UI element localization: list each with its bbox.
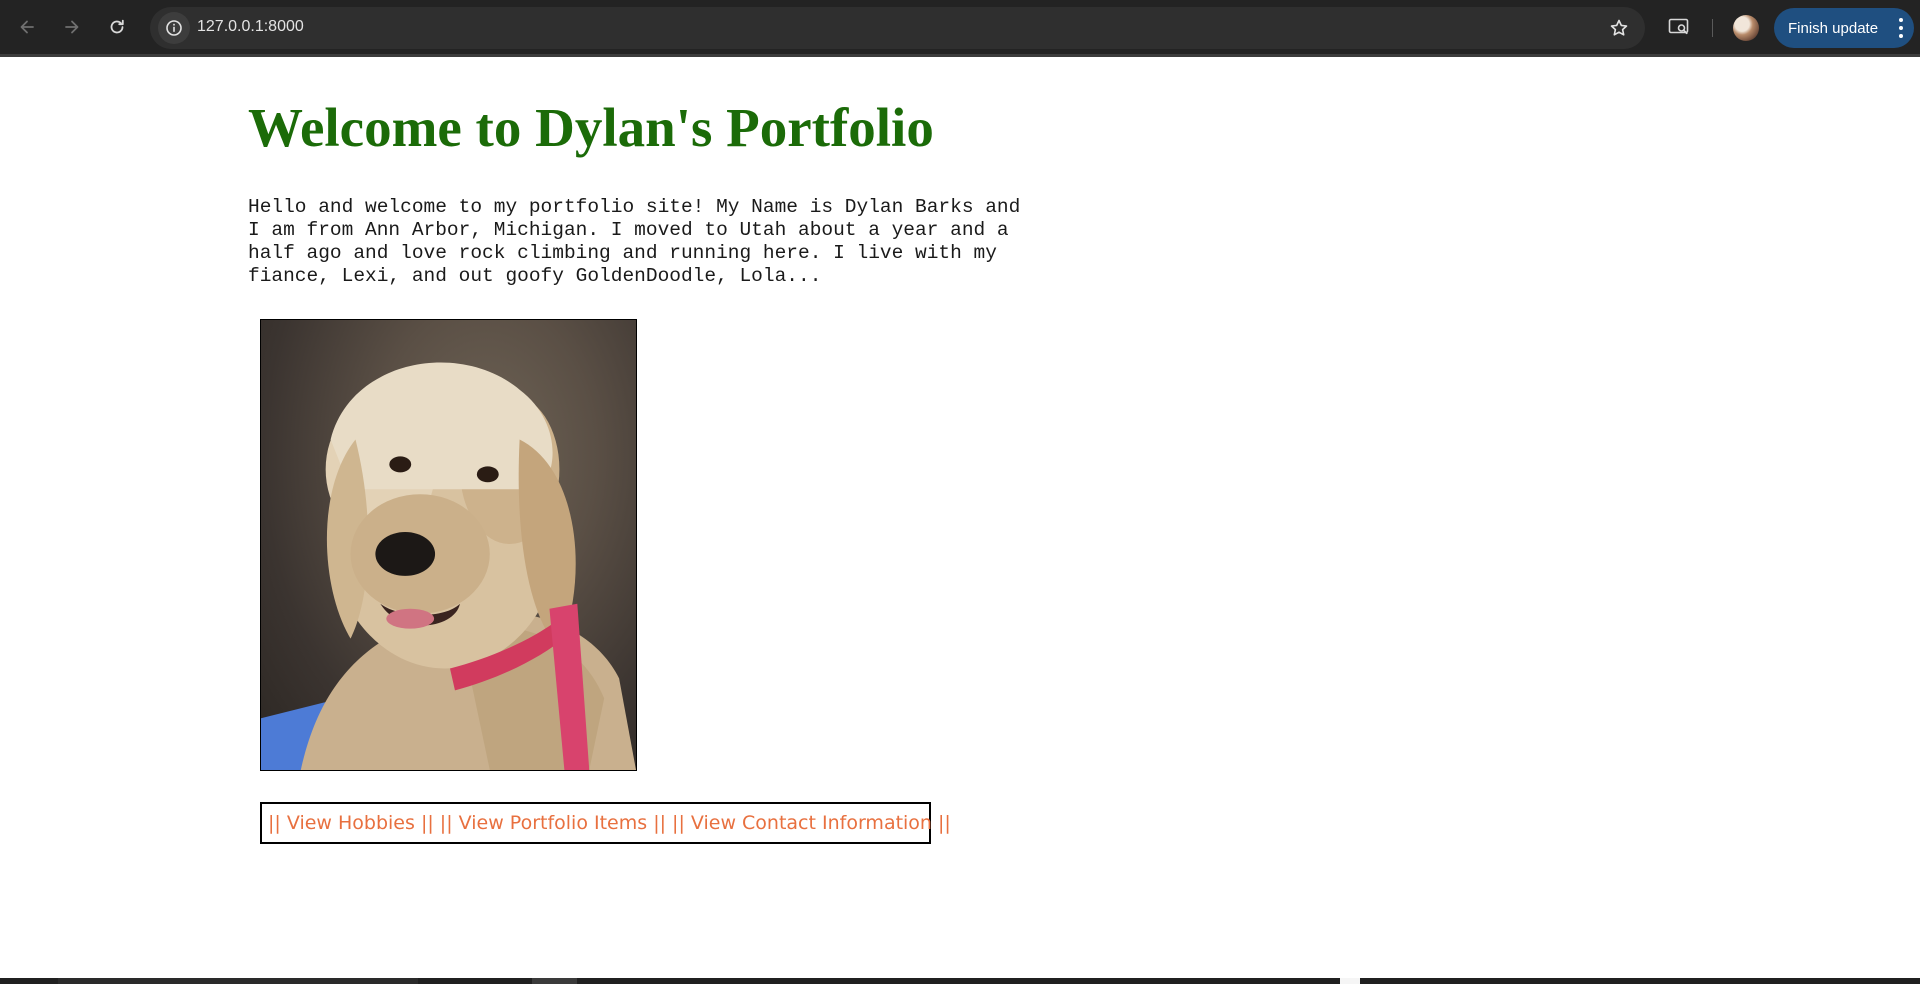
view-hobbies-link[interactable]: View Hobbies — [287, 812, 415, 834]
nav-separator: || — [268, 812, 281, 834]
dog-photo — [260, 319, 637, 771]
finish-update-label: Finish update — [1788, 19, 1879, 37]
view-contact-information-link[interactable]: View Contact Information — [691, 812, 932, 834]
info-icon — [166, 20, 182, 36]
arrow-left-icon — [20, 20, 34, 34]
intro-line: fiance, Lexi, and out goofy GoldenDoodle… — [248, 265, 822, 287]
intro-line: half ago and love rock climbing and runn… — [248, 242, 997, 264]
bookmark-button[interactable] — [1603, 12, 1635, 44]
nav-links-box: || View Hobbies || || View Portfolio Ite… — [260, 802, 951, 844]
forward-button[interactable] — [56, 11, 88, 43]
nav-separator: || — [653, 812, 666, 834]
star-icon — [1610, 19, 1628, 36]
toolbar-divider — [1712, 19, 1713, 37]
intro-line: Hello and welcome to my portfolio site! … — [248, 196, 1021, 218]
page-title: Welcome to Dylan's Portfolio — [248, 97, 934, 158]
golden-doodle-image — [261, 362, 636, 770]
taskbar-strip — [0, 978, 1920, 984]
media-search-button[interactable] — [1663, 11, 1695, 43]
intro-paragraph: Hello and welcome to my portfolio site! … — [248, 196, 1048, 288]
kebab-menu-icon[interactable] — [1898, 18, 1904, 38]
arrow-right-icon — [65, 20, 79, 34]
media-search-icon — [1668, 18, 1689, 35]
reload-button[interactable] — [101, 11, 133, 43]
site-info-button[interactable] — [158, 12, 190, 44]
intro-line: I am from Ann Arbor, Michigan. I moved t… — [248, 219, 1009, 241]
nav-separator: || — [672, 812, 685, 834]
profile-avatar[interactable] — [1733, 15, 1759, 41]
taskbar-segment — [58, 978, 418, 984]
nav-separator: || — [420, 812, 434, 834]
nav-separator: || — [439, 812, 453, 834]
back-button[interactable] — [11, 11, 43, 43]
taskbar-segment — [532, 978, 577, 984]
address-bar[interactable]: 127.0.0.1:8000 — [150, 7, 1645, 49]
url-text[interactable]: 127.0.0.1:8000 — [197, 18, 304, 36]
nav-separator: || — [938, 812, 951, 834]
view-portfolio-items-link[interactable]: View Portfolio Items — [459, 812, 647, 834]
finish-update-button[interactable]: Finish update — [1774, 8, 1914, 48]
reload-icon — [110, 19, 124, 34]
taskbar-segment — [1340, 978, 1360, 984]
browser-toolbar: 127.0.0.1:8000 Finish update — [0, 0, 1920, 54]
